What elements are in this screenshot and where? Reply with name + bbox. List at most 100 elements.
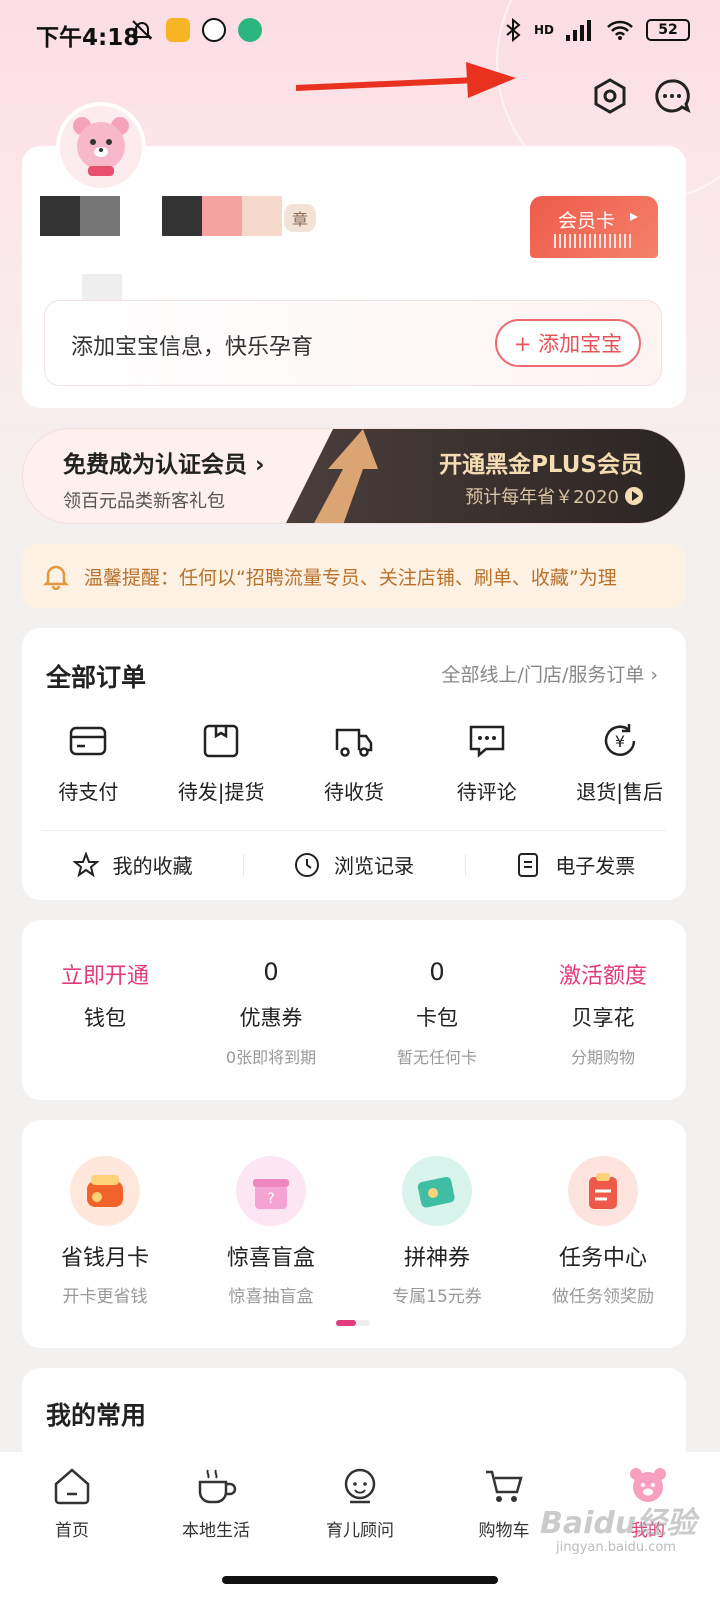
member-card-label: 会员卡 — [558, 210, 616, 232]
card-pack-name: 卡包 — [416, 1006, 458, 1030]
app-notification-icon-2 — [238, 18, 262, 42]
installment-value: 激活额度 — [558, 964, 647, 989]
plus-member-sub: 预计每年省￥2020 — [465, 487, 619, 508]
quick-label: 电子发票 — [555, 854, 636, 878]
quick-label: 我的收藏 — [112, 854, 193, 878]
avatar[interactable] — [56, 102, 146, 192]
order-refund[interactable]: ¥ 退货|售后 — [553, 720, 686, 805]
signal-icon — [566, 20, 591, 41]
promo-name: 惊喜盲盒 — [226, 1246, 315, 1271]
order-label: 退货|售后 — [576, 780, 663, 804]
tab-advisor[interactable]: 育儿顾问 — [288, 1464, 432, 1541]
notice-text: 温馨提醒：任何以“招聘流量专员、关注店铺、刷单、收藏”为理 — [84, 567, 617, 589]
app-notification-icon — [166, 18, 190, 42]
order-pending-payment[interactable]: 待支付 — [22, 720, 155, 805]
order-pending-review[interactable]: 待评论 — [420, 720, 553, 805]
watermark-url: jingyan.baidu.com — [556, 1540, 676, 1555]
wallet-row: 立即开通 钱包 0 优惠券 0张即将到期 0 卡包 暂无任何卡 激活额度 贝享花… — [22, 958, 686, 1068]
notification-icons — [130, 18, 262, 42]
member-card-button[interactable]: 会员卡 ▸ — [530, 196, 658, 258]
bell-icon — [42, 565, 70, 590]
wallet-item[interactable]: 立即开通 钱包 — [22, 958, 188, 1068]
installment-item[interactable]: 激活额度 贝享花 分期购物 — [520, 958, 686, 1068]
page-indicator — [336, 1320, 370, 1326]
home-icon — [54, 1468, 90, 1505]
plus-member-title: 开通黑金PLUS会员 — [439, 452, 643, 478]
tab-label: 本地生活 — [182, 1521, 250, 1541]
svg-text:¥: ¥ — [614, 732, 624, 751]
coupon-name: 优惠券 — [239, 1006, 303, 1030]
order-label: 待收货 — [323, 780, 384, 804]
task-icon — [568, 1156, 638, 1226]
order-label: 待评论 — [456, 780, 517, 804]
coupon-sub: 0张即将到期 — [225, 1048, 317, 1067]
promo-item-coupon[interactable]: 拼神券 专属15元券 — [354, 1156, 520, 1307]
tab-label: 育儿顾问 — [326, 1521, 394, 1541]
free-member-promo[interactable]: 免费成为认证会员 › 领百元品类新客礼包 — [63, 445, 265, 513]
status-time: 下午4:18 — [36, 25, 140, 51]
gift-box-icon: ? — [236, 1156, 306, 1226]
truck-icon — [335, 728, 373, 757]
plus-member-sub-row: 预计每年省￥2020 — [465, 483, 643, 509]
notice-bar[interactable]: 温馨提醒：任何以“招聘流量专员、关注店铺、刷单、收藏”为理 — [22, 544, 686, 608]
username-redacted — [202, 196, 242, 236]
advisor-icon — [344, 1468, 376, 1504]
comment-icon — [469, 725, 505, 758]
promo-name: 省钱月卡 — [60, 1246, 149, 1271]
promo-item-tasks[interactable]: 任务中心 做任务领奖励 — [520, 1156, 686, 1307]
order-pending-receipt[interactable]: 待收货 — [288, 720, 421, 805]
tab-local-life[interactable]: 本地生活 — [144, 1464, 288, 1541]
add-baby-button[interactable]: + 添加宝宝 — [495, 319, 641, 367]
clock-icon — [294, 852, 319, 877]
coupon-item[interactable]: 0 优惠券 0张即将到期 — [188, 958, 354, 1068]
order-label: 待发|提货 — [177, 780, 265, 804]
promo-item-monthly-card[interactable]: 省钱月卡 开卡更省钱 — [22, 1156, 188, 1307]
coupon-count: 0 — [263, 958, 279, 986]
all-orders-link[interactable]: 全部线上/门店/服务订单 › — [442, 660, 658, 687]
home-indicator — [222, 1576, 498, 1584]
installment-sub: 分期购物 — [570, 1048, 635, 1067]
promo-row: 省钱月卡 开卡更省钱 ? 惊喜盲盒 惊喜抽盲盒 拼神券 专属15元券 任务中心 … — [22, 1156, 686, 1307]
username-redacted — [80, 196, 120, 236]
tab-home[interactable]: 首页 — [0, 1464, 144, 1541]
promo-sub: 开卡更省钱 — [62, 1287, 148, 1307]
status-bar: 下午4:18 HD 52 — [0, 0, 720, 66]
network-label: HD — [533, 23, 554, 37]
cart-icon — [486, 1470, 523, 1502]
promo-sub: 专属15元券 — [392, 1287, 482, 1307]
divider — [42, 830, 666, 831]
promo-item-blind-box[interactable]: ? 惊喜盲盒 惊喜抽盲盒 — [188, 1156, 354, 1307]
upgrade-arrow-icon — [314, 429, 378, 523]
promo-name: 拼神券 — [403, 1246, 470, 1271]
invoice-link[interactable]: 电子发票 — [464, 850, 686, 879]
message-icon[interactable] — [652, 76, 692, 116]
order-status-row: 待支付 待发|提货 待收货 待评论 ¥ 退货|售后 — [22, 720, 686, 805]
settings-hexagon-icon[interactable] — [590, 76, 630, 116]
orders-card: 全部订单 全部线上/门店/服务订单 › 待支付 待发|提货 待收货 待评论 ¥ … — [22, 628, 686, 900]
promo-sub: 做任务领奖励 — [552, 1287, 654, 1307]
top-actions — [590, 76, 692, 116]
system-icons: HD 52 — [504, 18, 690, 42]
bluetooth-icon — [506, 18, 521, 42]
username-redacted — [40, 196, 80, 236]
star-icon — [72, 851, 99, 877]
qq-icon — [202, 18, 226, 42]
order-pending-shipment[interactable]: 待发|提货 — [155, 720, 288, 805]
orders-title: 全部订单 — [46, 663, 147, 692]
vip-banner[interactable]: 免费成为认证会员 › 领百元品类新客礼包 开通黑金PLUS会员 预计每年省￥20… — [22, 428, 686, 524]
card-pack-item[interactable]: 0 卡包 暂无任何卡 — [354, 958, 520, 1068]
history-link[interactable]: 浏览记录 — [243, 850, 464, 879]
card-icon — [70, 726, 107, 756]
barcode-icon — [554, 234, 634, 248]
card-pack-count: 0 — [429, 958, 445, 986]
favorites-link[interactable]: 我的收藏 — [22, 850, 243, 879]
svg-text:?: ? — [267, 1191, 274, 1207]
watermark: Baidu经验 — [540, 1506, 697, 1541]
quick-links-row: 我的收藏 浏览记录 电子发票 — [22, 850, 686, 879]
chevron-right-icon: ▸ — [629, 206, 638, 225]
installment-name: 贝享花 — [571, 1006, 635, 1030]
battery-indicator: 52 — [646, 19, 690, 41]
wallet-icon — [70, 1156, 140, 1226]
wallet-value: 立即开通 — [60, 964, 149, 989]
box-icon — [203, 724, 239, 758]
